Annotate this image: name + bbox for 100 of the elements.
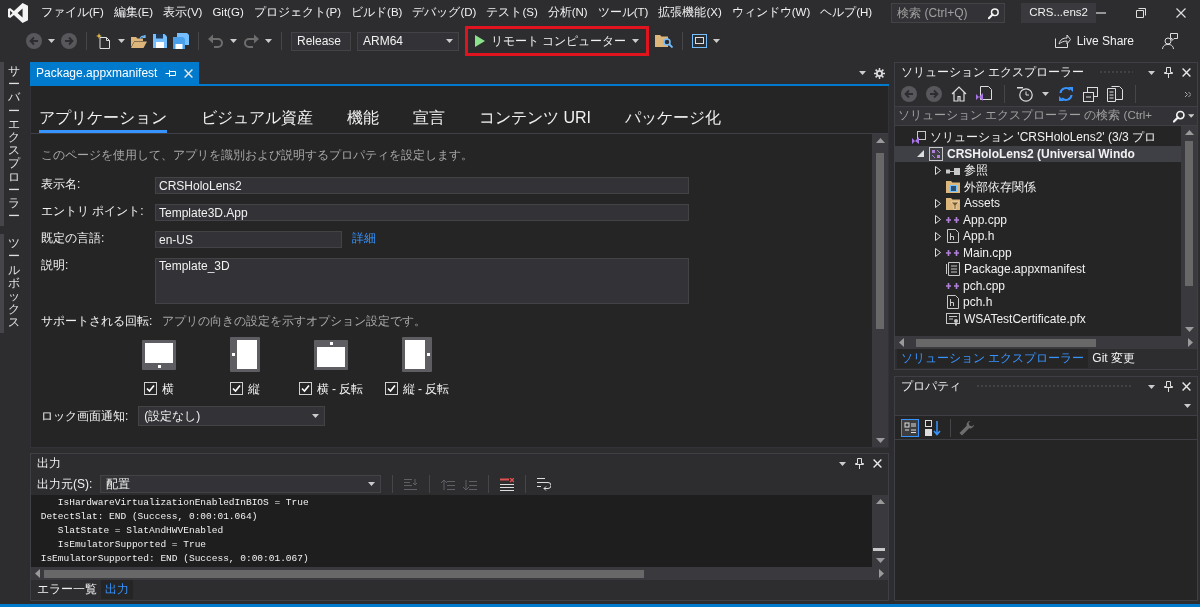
collapsed-arrow-icon[interactable] bbox=[934, 165, 941, 175]
tab[interactable]: 機能 bbox=[347, 107, 379, 133]
collapsed-arrow-icon[interactable] bbox=[934, 215, 941, 225]
scrollbar-thumb[interactable] bbox=[873, 548, 885, 551]
side-tab[interactable]: ツールボックス bbox=[0, 234, 25, 333]
close-icon[interactable] bbox=[1182, 382, 1191, 391]
tab[interactable]: ビジュアル資産 bbox=[201, 107, 313, 133]
restore-icon[interactable] bbox=[1136, 8, 1146, 18]
caret-icon[interactable] bbox=[859, 71, 866, 75]
tree-item[interactable]: Assets bbox=[895, 195, 1181, 212]
checkbox[interactable] bbox=[384, 382, 398, 396]
menu-item[interactable]: ヘルプ(H) bbox=[815, 4, 878, 22]
circular-arrows-icon[interactable] bbox=[1058, 86, 1074, 102]
window-icon[interactable] bbox=[692, 34, 708, 48]
menu-item[interactable]: プロジェクト(P) bbox=[248, 4, 347, 22]
scroll-right-icon[interactable] bbox=[1188, 338, 1193, 347]
pin-icon[interactable] bbox=[1164, 67, 1173, 78]
tree-item[interactable]: App.h bbox=[895, 228, 1181, 245]
text-field[interactable]: CRSHoloLens2 bbox=[155, 177, 689, 195]
search-field[interactable]: ソリューション エクスプローラー の検索 (Ctrl+ bbox=[895, 106, 1197, 126]
clock-icon[interactable] bbox=[1017, 86, 1033, 102]
caret-icon[interactable] bbox=[713, 39, 721, 43]
caret-icon[interactable] bbox=[1148, 384, 1155, 389]
lock-screen-dropdown[interactable]: (設定なし) bbox=[138, 406, 326, 427]
checkbox[interactable] bbox=[230, 382, 243, 396]
tree-item[interactable]: CRSHoloLens2 (Universal Windo bbox=[895, 145, 1181, 162]
run-button[interactable]: リモート コンピューター bbox=[471, 31, 644, 51]
panel-tab[interactable]: 出力 bbox=[101, 580, 133, 599]
collapsed-arrow-icon[interactable] bbox=[934, 248, 941, 258]
save-icon[interactable] bbox=[153, 34, 167, 48]
caret-icon[interactable] bbox=[1187, 114, 1194, 118]
configuration-dropdown[interactable]: Release bbox=[291, 31, 351, 51]
overlapping-squares-icon[interactable] bbox=[1083, 86, 1098, 102]
list-delete-icon[interactable] bbox=[500, 477, 515, 491]
tree-item[interactable]: pch.h bbox=[895, 294, 1181, 311]
expanded-arrow-icon[interactable] bbox=[917, 150, 924, 158]
scroll-right-icon[interactable] bbox=[879, 569, 884, 578]
close-icon[interactable] bbox=[1182, 68, 1191, 77]
horizontal-scrollbar[interactable] bbox=[895, 336, 1197, 349]
caret-icon[interactable] bbox=[1148, 70, 1155, 75]
document-tab[interactable]: Package.appxmanifest bbox=[30, 62, 200, 84]
redo-icon[interactable] bbox=[243, 34, 259, 48]
side-tab[interactable]: サーバーエクスプローラー bbox=[0, 62, 25, 227]
caret-icon[interactable] bbox=[265, 39, 272, 43]
menu-item[interactable]: ツール(T) bbox=[592, 4, 654, 22]
panel-tab[interactable]: エラー一覧 bbox=[33, 580, 101, 599]
live-share-button[interactable]: Live Share bbox=[1050, 31, 1138, 51]
documents-icon[interactable] bbox=[1107, 86, 1123, 102]
tree-item[interactable]: pch.cpp bbox=[895, 277, 1181, 294]
tree-item[interactable]: 外部依存関係 bbox=[895, 178, 1181, 195]
caret-icon[interactable] bbox=[48, 39, 55, 43]
scroll-down-icon[interactable] bbox=[875, 558, 885, 563]
person-speech-icon[interactable] bbox=[1162, 33, 1178, 49]
search-field[interactable]: 検索 (Ctrl+Q) bbox=[891, 3, 1006, 23]
close-icon[interactable] bbox=[1176, 8, 1186, 18]
sort-icon[interactable] bbox=[924, 418, 942, 437]
scrollbar-thumb[interactable] bbox=[1185, 141, 1193, 286]
tree-item[interactable]: Main.cpp bbox=[895, 244, 1181, 261]
scroll-down-icon[interactable] bbox=[875, 438, 885, 443]
chevrons-icon[interactable] bbox=[1185, 91, 1191, 97]
search-icon[interactable] bbox=[1172, 109, 1185, 123]
tree-item[interactable]: App.cpp bbox=[895, 211, 1181, 228]
word-wrap-icon[interactable] bbox=[537, 477, 552, 491]
text-area[interactable]: Template_3D bbox=[155, 258, 689, 305]
collapsed-arrow-icon[interactable] bbox=[934, 198, 941, 208]
text-field[interactable]: en-US bbox=[155, 231, 342, 249]
scrollbar-thumb[interactable] bbox=[916, 338, 1096, 347]
menu-item[interactable]: ファイル(F) bbox=[36, 4, 109, 22]
vertical-scrollbar[interactable] bbox=[872, 134, 888, 447]
vertical-scrollbar[interactable] bbox=[1181, 126, 1197, 336]
scrollbar-thumb[interactable] bbox=[44, 569, 644, 578]
vertical-scrollbar[interactable] bbox=[872, 495, 888, 567]
caret-icon[interactable] bbox=[1042, 92, 1049, 96]
caret-icon[interactable] bbox=[368, 482, 376, 486]
folder-search-icon[interactable] bbox=[655, 34, 674, 48]
home-icon[interactable] bbox=[951, 86, 967, 102]
property-list-icon[interactable] bbox=[901, 418, 919, 437]
menu-item[interactable]: Git(G) bbox=[207, 4, 249, 22]
menu-item[interactable]: ビルド(B) bbox=[346, 4, 408, 22]
menu-item[interactable]: ウィンドウ(W) bbox=[726, 4, 816, 22]
menu-item[interactable]: 編集(E) bbox=[108, 4, 159, 22]
save-all-icon[interactable] bbox=[173, 33, 189, 49]
scroll-up-icon[interactable] bbox=[1184, 130, 1194, 135]
caret-icon[interactable] bbox=[230, 39, 237, 43]
open-folder-icon[interactable] bbox=[131, 34, 147, 48]
text-field[interactable]: Template3D.App bbox=[155, 204, 689, 222]
pin-icon[interactable] bbox=[855, 458, 864, 469]
new-document-icon[interactable] bbox=[96, 33, 112, 49]
search-icon[interactable] bbox=[988, 6, 1000, 20]
panel-tab[interactable]: Git 変更 bbox=[1088, 349, 1139, 368]
tab[interactable]: 宣言 bbox=[413, 107, 445, 133]
tree-item[interactable]: ソリューション 'CRSHoloLens2' (3/3 プロ bbox=[895, 129, 1181, 146]
scroll-left-icon[interactable] bbox=[899, 338, 904, 347]
caret-icon[interactable] bbox=[839, 461, 846, 466]
tree-item[interactable]: 参照 bbox=[895, 162, 1181, 179]
scrollbar-thumb[interactable] bbox=[876, 153, 884, 329]
tab[interactable]: コンテンツ URI bbox=[479, 107, 591, 133]
document-logo-icon[interactable] bbox=[976, 86, 992, 102]
caret-icon[interactable] bbox=[312, 414, 320, 419]
scroll-down-icon[interactable] bbox=[1184, 327, 1194, 332]
